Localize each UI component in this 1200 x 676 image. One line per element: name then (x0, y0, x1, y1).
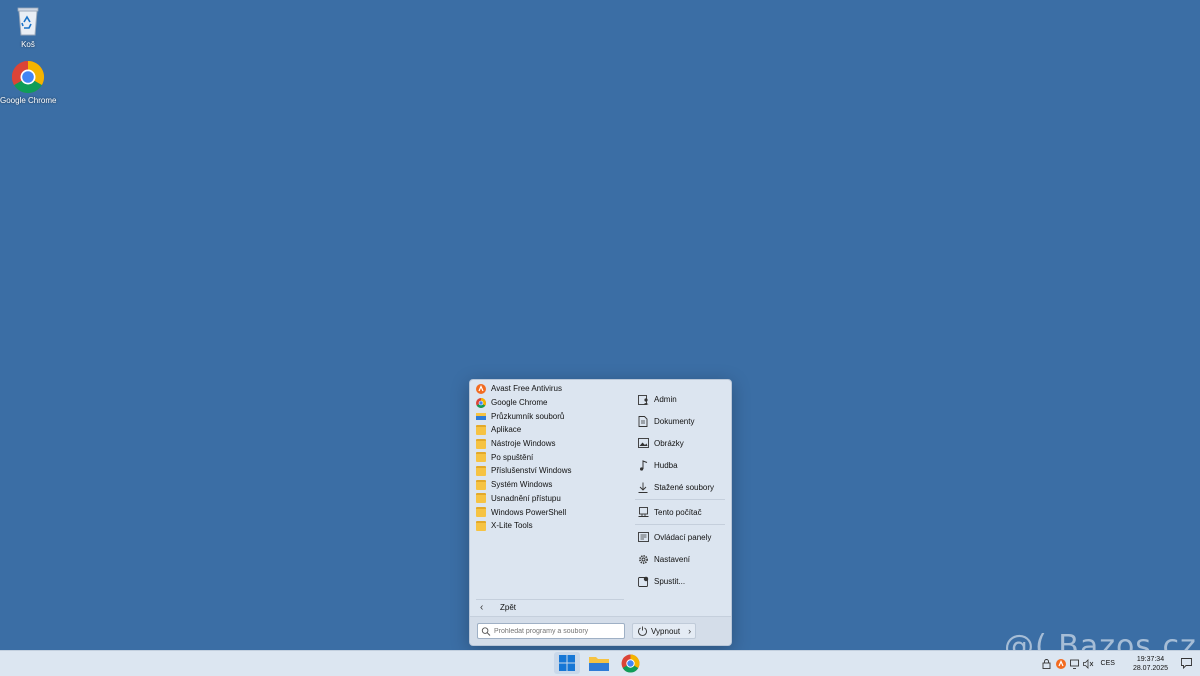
program-label: Avast Free Antivirus (491, 384, 562, 394)
place-label: Stažené soubory (654, 482, 715, 492)
folder-icon (476, 424, 486, 435)
taskbar-chrome[interactable] (617, 652, 643, 674)
windows-logo-icon (559, 655, 575, 671)
program-label: Usnadnění přístupu (491, 493, 561, 503)
search-icon (481, 626, 491, 636)
folder-icon (476, 520, 486, 531)
program-label: Systém Windows (491, 480, 553, 490)
program-label: Nástroje Windows (491, 439, 556, 449)
place-run[interactable]: Spustit... (633, 570, 725, 592)
folder-icon (476, 465, 486, 476)
computer-icon (637, 506, 649, 518)
program-label: X-Lite Tools (491, 521, 533, 531)
place-label: Admin (654, 394, 677, 404)
volume-icon[interactable] (1083, 658, 1095, 669)
place-label: Spustit... (654, 576, 686, 586)
separator (635, 524, 725, 525)
notification-icon[interactable] (1180, 658, 1192, 669)
network-icon[interactable] (1069, 659, 1081, 669)
system-tray: CES 19:37:34 28.07.2025 (1039, 651, 1200, 676)
program-label: Průzkumník souborů (491, 411, 565, 421)
program-item[interactable]: Systém Windows (472, 478, 624, 492)
power-icon (638, 626, 647, 636)
language-indicator[interactable]: CES (1101, 660, 1115, 667)
program-item[interactable]: Google Chrome (472, 396, 624, 410)
chevron-right-icon[interactable]: › (688, 626, 691, 636)
place-label: Ovládací panely (654, 532, 712, 542)
place-this-pc[interactable]: Tento počítač (633, 501, 725, 523)
clock-time: 19:37:34 (1136, 655, 1165, 663)
shutdown-label: Vypnout (651, 626, 681, 636)
program-label: Příslušenství Windows (491, 466, 572, 476)
place-control-panel[interactable]: Ovládací panely (633, 526, 725, 548)
program-item[interactable]: Příslušenství Windows (472, 464, 624, 478)
program-item[interactable]: Aplikace (472, 423, 624, 437)
folder-icon (476, 507, 486, 518)
start-menu-footer: Vypnout › (470, 616, 731, 645)
places-list: Admin Dokumenty Obrázky Hudba Stažené so… (633, 388, 725, 592)
back-button[interactable]: ‹ Zpět (476, 599, 624, 615)
avast-tray-icon[interactable] (1055, 658, 1067, 669)
search-box[interactable] (477, 623, 625, 639)
user-folder-icon (637, 394, 649, 405)
program-list: Avast Free Antivirus Google Chrome Průzk… (472, 382, 624, 533)
chrome-icon (11, 60, 45, 94)
program-item[interactable]: X-Lite Tools (472, 519, 624, 533)
folder-icon (476, 438, 486, 449)
start-button[interactable] (554, 652, 580, 674)
folder-icon (476, 452, 486, 463)
file-explorer-icon (476, 413, 486, 421)
program-item[interactable]: Windows PowerShell (472, 505, 624, 519)
search-input[interactable] (494, 627, 612, 635)
chevron-left-icon: ‹ (480, 602, 484, 613)
taskbar: CES 19:37:34 28.07.2025 (0, 650, 1200, 676)
gear-icon (637, 554, 649, 565)
place-pictures[interactable]: Obrázky (633, 432, 725, 454)
separator (635, 499, 725, 500)
place-admin[interactable]: Admin (633, 388, 725, 410)
control-panel-icon (637, 532, 649, 542)
place-music[interactable]: Hudba (633, 454, 725, 476)
document-icon (637, 415, 649, 427)
desktop-icon-chrome[interactable]: Google Chrome (0, 60, 56, 105)
chrome-icon (621, 654, 639, 672)
file-explorer-icon (589, 656, 609, 671)
program-item[interactable]: Avast Free Antivirus (472, 382, 624, 396)
folder-icon (476, 493, 486, 504)
clock[interactable]: 19:37:34 28.07.2025 (1133, 655, 1168, 673)
place-label: Tento počítač (654, 507, 702, 517)
avast-icon (476, 383, 486, 394)
run-icon (637, 576, 649, 587)
place-label: Nastavení (654, 554, 691, 564)
security-icon[interactable] (1041, 658, 1053, 669)
program-item[interactable]: Průzkumník souborů (472, 409, 624, 423)
program-item[interactable]: Nástroje Windows (472, 437, 624, 451)
place-label: Dokumenty (654, 416, 695, 426)
place-label: Obrázky (654, 438, 684, 448)
place-settings[interactable]: Nastavení (633, 548, 725, 570)
shutdown-button[interactable]: Vypnout › (632, 623, 696, 639)
download-icon (637, 482, 649, 493)
program-label: Po spuštění (491, 452, 534, 462)
place-documents[interactable]: Dokumenty (633, 410, 725, 432)
program-item[interactable]: Po spuštění (472, 450, 624, 464)
program-item[interactable]: Usnadnění přístupu (472, 492, 624, 506)
desktop-icon-label: Google Chrome (0, 96, 57, 105)
picture-icon (637, 438, 649, 448)
chrome-icon (476, 397, 486, 408)
program-label: Google Chrome (491, 398, 548, 408)
music-icon (637, 459, 649, 471)
desktop-icon-recycle-bin[interactable]: Koš (0, 4, 56, 49)
place-downloads[interactable]: Stažené soubory (633, 476, 725, 498)
folder-icon (476, 479, 486, 490)
clock-date: 28.07.2025 (1132, 664, 1168, 672)
program-label: Aplikace (491, 425, 522, 435)
desktop-icon-label: Koš (21, 40, 35, 49)
start-menu: Avast Free Antivirus Google Chrome Průzk… (469, 379, 732, 646)
back-label: Zpět (500, 603, 517, 612)
place-label: Hudba (654, 460, 678, 470)
taskbar-file-explorer[interactable] (586, 652, 612, 674)
recycle-bin-icon (17, 7, 39, 36)
program-label: Windows PowerShell (491, 507, 567, 517)
